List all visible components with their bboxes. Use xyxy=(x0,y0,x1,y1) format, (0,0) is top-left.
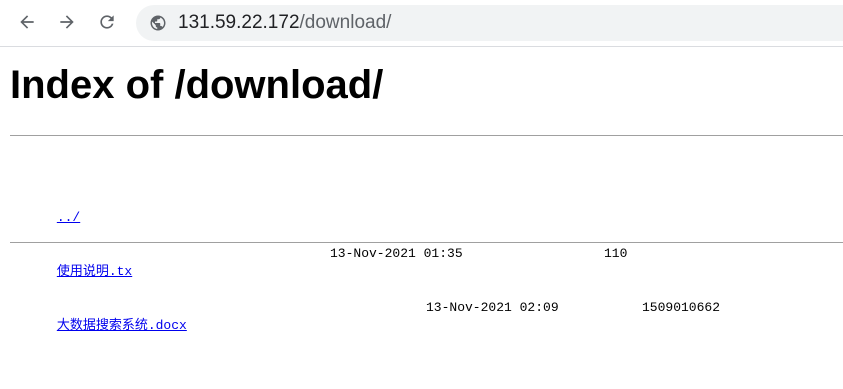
file-date: 13-Nov-2021 01:35 xyxy=(330,246,463,261)
arrow-left-icon xyxy=(20,15,34,29)
divider-top xyxy=(10,135,843,136)
divider-bottom xyxy=(10,242,843,243)
list-item-file: 大数据搜索系统.docx 13-Nov-2021 02:09 150901066… xyxy=(10,299,720,333)
parent-directory-link[interactable]: ../ xyxy=(57,210,80,225)
site-info-button[interactable] xyxy=(148,13,168,33)
reload-button[interactable] xyxy=(92,7,122,37)
back-button[interactable] xyxy=(12,7,42,37)
file-size: 1509010662 xyxy=(642,300,721,315)
file-link-docx[interactable]: 大数据搜索系统.docx xyxy=(57,318,187,333)
arrow-right-icon xyxy=(60,15,74,29)
page-title: Index of /download/ xyxy=(10,63,384,107)
list-item-file: 使用说明.tx 13-Nov-2021 01:35 110 xyxy=(10,245,628,279)
file-listing: ../ 使用说明.tx 13-Nov-2021 01:35 110 大数据搜索系… xyxy=(10,155,720,353)
url-host: 131.59.22.172 xyxy=(178,12,300,33)
browser-toolbar: 131.59.22.172/download/ xyxy=(0,0,843,47)
file-link-readme[interactable]: 使用说明.tx xyxy=(57,264,132,279)
file-size: 110 xyxy=(604,246,628,261)
url-path: /download/ xyxy=(299,12,392,33)
list-item-parent: ../ xyxy=(10,191,187,225)
url-text[interactable]: 131.59.22.172/download/ xyxy=(178,12,391,34)
address-bar[interactable]: 131.59.22.172/download/ xyxy=(136,5,843,41)
file-date: 13-Nov-2021 02:09 xyxy=(426,300,559,315)
reload-icon xyxy=(100,15,114,29)
forward-button[interactable] xyxy=(52,7,82,37)
globe-icon xyxy=(150,15,166,31)
